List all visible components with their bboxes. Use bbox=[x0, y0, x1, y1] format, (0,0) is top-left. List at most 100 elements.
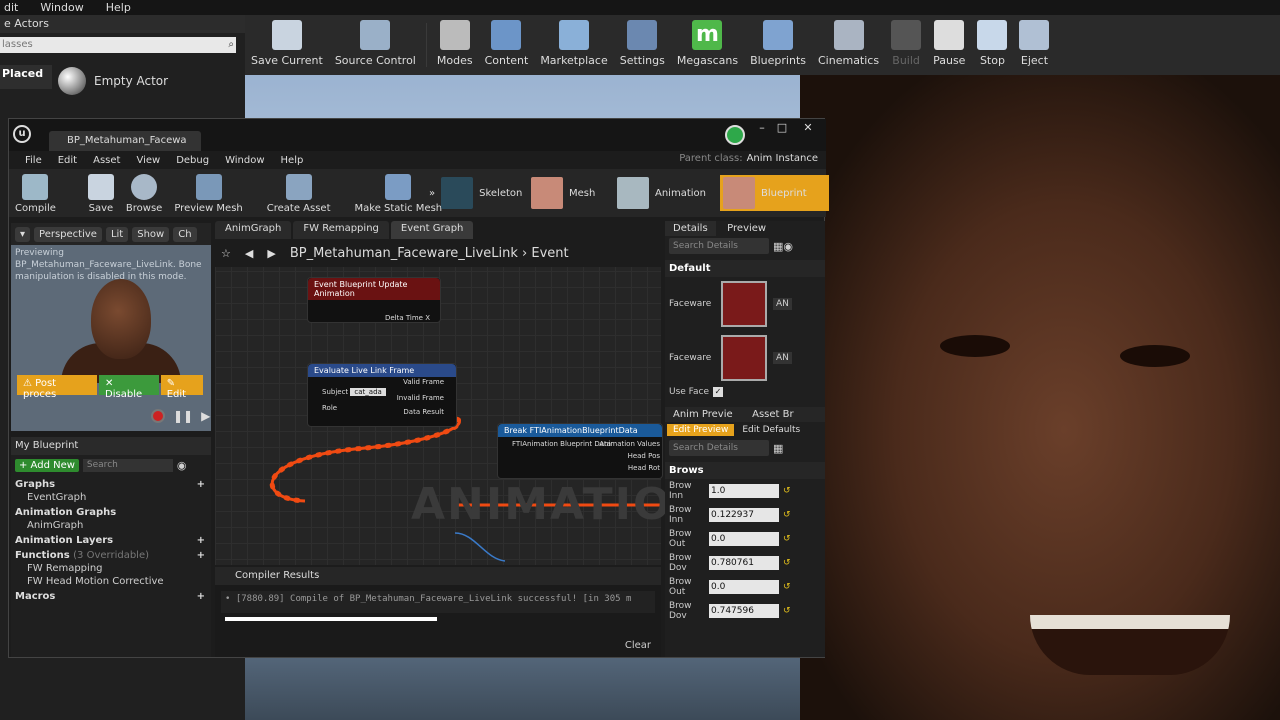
pause-button[interactable]: Pause bbox=[927, 15, 971, 75]
classes-search-input[interactable]: lasses ⌕ bbox=[0, 37, 236, 53]
lit-button[interactable]: Lit bbox=[105, 226, 129, 242]
grid-view-icon[interactable]: ▦ bbox=[773, 240, 783, 253]
reset-arrow-icon[interactable]: ↺ bbox=[783, 558, 791, 568]
blueprints-button[interactable]: Blueprints bbox=[744, 15, 812, 75]
prop-value-field[interactable]: 1.0 bbox=[709, 484, 779, 498]
megascans-button[interactable]: m Megascans bbox=[671, 15, 744, 75]
bp-menu-debug[interactable]: Debug bbox=[168, 155, 217, 166]
marketplace-button[interactable]: Marketplace bbox=[534, 15, 613, 75]
menu-edit[interactable]: dit bbox=[0, 1, 22, 14]
minimize-button[interactable]: – bbox=[753, 122, 771, 134]
bp-menu-window[interactable]: Window bbox=[217, 155, 272, 166]
preview-options-button[interactable]: ▾ bbox=[15, 226, 31, 242]
add-graph-icon[interactable]: + bbox=[197, 479, 205, 490]
anim-details-search-input[interactable]: Search Details bbox=[669, 440, 769, 456]
parent-class-value[interactable]: Anim Instance bbox=[747, 153, 818, 164]
edit-preview-button[interactable]: Edit Preview bbox=[667, 424, 735, 436]
functions-section[interactable]: Functions (3 Overridable) + bbox=[11, 549, 211, 562]
tab-fw-remapping[interactable]: FW Remapping bbox=[293, 221, 389, 239]
faceware2-thumbnail[interactable] bbox=[721, 335, 767, 381]
placed-tab[interactable]: Placed bbox=[0, 65, 52, 89]
prop-value-field[interactable]: 0.122937 bbox=[709, 508, 779, 522]
close-button[interactable]: ✕ bbox=[799, 122, 817, 134]
mode-blueprint[interactable]: Blueprint bbox=[720, 175, 829, 211]
default-section[interactable]: Default bbox=[665, 260, 825, 277]
node-break-ftianimation-data[interactable]: Break FTIAnimationBlueprintData FTIAnima… bbox=[497, 423, 663, 479]
tab-details[interactable]: Details bbox=[665, 221, 716, 236]
grid-view-icon-2[interactable]: ▦ bbox=[773, 442, 783, 455]
mode-animation[interactable]: Animation bbox=[617, 175, 706, 211]
bp-menu-help[interactable]: Help bbox=[273, 155, 312, 166]
macros-section[interactable]: Macros + bbox=[11, 590, 211, 603]
source-control-status-icon[interactable] bbox=[725, 125, 745, 145]
brows-section[interactable]: Brows bbox=[665, 462, 825, 479]
animation-graphs-section[interactable]: Animation Graphs bbox=[11, 506, 211, 519]
maximize-button[interactable]: □ bbox=[773, 122, 791, 134]
node2-subject-dropdown[interactable]: cat_ada bbox=[350, 388, 386, 396]
menu-help[interactable]: Help bbox=[102, 1, 135, 14]
tab-preview[interactable]: Preview bbox=[719, 221, 774, 236]
stop-button[interactable]: Stop bbox=[971, 15, 1013, 75]
prop-value-field[interactable]: 0.0 bbox=[709, 532, 779, 546]
preview-viewport[interactable]: ▾ Perspective Lit Show Ch Previewing BP_… bbox=[11, 223, 211, 431]
perspective-button[interactable]: Perspective bbox=[34, 226, 102, 242]
preview-mesh-button[interactable]: Preview Mesh bbox=[168, 174, 248, 217]
browse-button[interactable]: Browse bbox=[120, 174, 168, 217]
prop-value-field[interactable]: 0.747596 bbox=[709, 604, 779, 618]
pause-playback-button[interactable]: ❚❚ bbox=[173, 409, 193, 423]
eye-icon[interactable]: ◉ bbox=[783, 240, 793, 253]
faceware2-dropdown[interactable]: AN bbox=[773, 352, 792, 364]
reset-arrow-icon[interactable]: ↺ bbox=[783, 606, 791, 616]
my-blueprint-search-input[interactable]: Search bbox=[82, 459, 173, 472]
cinematics-button[interactable]: Cinematics bbox=[812, 15, 885, 75]
clear-button[interactable]: Clear bbox=[625, 640, 651, 651]
tab-asset-browser[interactable]: Asset Br bbox=[744, 407, 801, 422]
play-forward-button[interactable]: ▶ bbox=[201, 409, 210, 423]
reset-arrow-icon[interactable]: ↺ bbox=[783, 510, 791, 520]
mode-mesh[interactable]: Mesh bbox=[531, 175, 595, 211]
node-event-blueprint-update[interactable]: Event Blueprint Update Animation Delta T… bbox=[307, 277, 441, 323]
reset-arrow-icon[interactable]: ↺ bbox=[783, 486, 791, 496]
tab-event-graph[interactable]: Event Graph bbox=[390, 221, 474, 239]
event-graph-canvas[interactable]: ☆ ◀ ▶ BP_Metahuman_Faceware_LiveLink › E… bbox=[215, 239, 709, 565]
details-search-input[interactable]: Search Details bbox=[669, 238, 769, 254]
content-button[interactable]: Content bbox=[479, 15, 535, 75]
save-button[interactable]: Save bbox=[82, 174, 120, 217]
edit-button[interactable]: ✎ Edit bbox=[160, 375, 203, 400]
bp-menu-edit[interactable]: Edit bbox=[50, 155, 85, 166]
node-evaluate-live-link-frame[interactable]: Evaluate Live Link Frame Subject cat_ada… bbox=[307, 363, 457, 427]
compile-button[interactable]: Compile bbox=[9, 174, 62, 217]
animation-layers-section[interactable]: Animation Layers + bbox=[11, 534, 211, 547]
use-face-checkbox[interactable]: ✓ bbox=[713, 387, 724, 397]
eye-icon[interactable]: ◉ bbox=[177, 459, 187, 472]
build-button[interactable]: Build bbox=[885, 15, 927, 75]
modes-button[interactable]: Modes bbox=[431, 15, 479, 75]
create-asset-button[interactable]: Create Asset bbox=[261, 174, 337, 217]
show-button[interactable]: Show bbox=[132, 226, 170, 242]
animgraph-item[interactable]: AnimGraph bbox=[11, 519, 211, 532]
compiler-scrollbar[interactable] bbox=[225, 617, 437, 621]
record-button[interactable] bbox=[151, 409, 165, 423]
add-new-button[interactable]: + Add New bbox=[15, 459, 79, 472]
reset-arrow-icon[interactable]: ↺ bbox=[783, 582, 791, 592]
source-control-button[interactable]: Source Control bbox=[329, 15, 422, 75]
tab-animgraph[interactable]: AnimGraph bbox=[215, 221, 292, 239]
eject-button[interactable]: Eject bbox=[1013, 15, 1055, 75]
bp-menu-file[interactable]: File bbox=[17, 155, 50, 166]
save-current-button[interactable]: Save Current bbox=[245, 15, 329, 75]
prop-value-field[interactable]: 0.780761 bbox=[709, 556, 779, 570]
menu-window[interactable]: Window bbox=[36, 1, 87, 14]
reset-arrow-icon[interactable]: ↺ bbox=[783, 534, 791, 544]
faceware1-dropdown[interactable]: AN bbox=[773, 298, 792, 310]
disable-button[interactable]: ✕ Disable bbox=[99, 375, 159, 400]
edit-defaults-button[interactable]: Edit Defaults bbox=[740, 424, 802, 436]
prop-value-field[interactable]: 0.0 bbox=[709, 580, 779, 594]
empty-actor-item[interactable]: Empty Actor bbox=[58, 67, 168, 95]
character-button[interactable]: Ch bbox=[173, 226, 197, 242]
graphs-section[interactable]: Graphs + bbox=[11, 478, 211, 491]
function-fw-remapping[interactable]: FW Remapping bbox=[11, 562, 211, 575]
bp-document-tab[interactable]: BP_Metahuman_Facewa bbox=[49, 131, 201, 151]
add-function-icon[interactable]: + bbox=[197, 550, 205, 561]
bp-menu-view[interactable]: View bbox=[128, 155, 168, 166]
add-macro-icon[interactable]: + bbox=[197, 591, 205, 602]
